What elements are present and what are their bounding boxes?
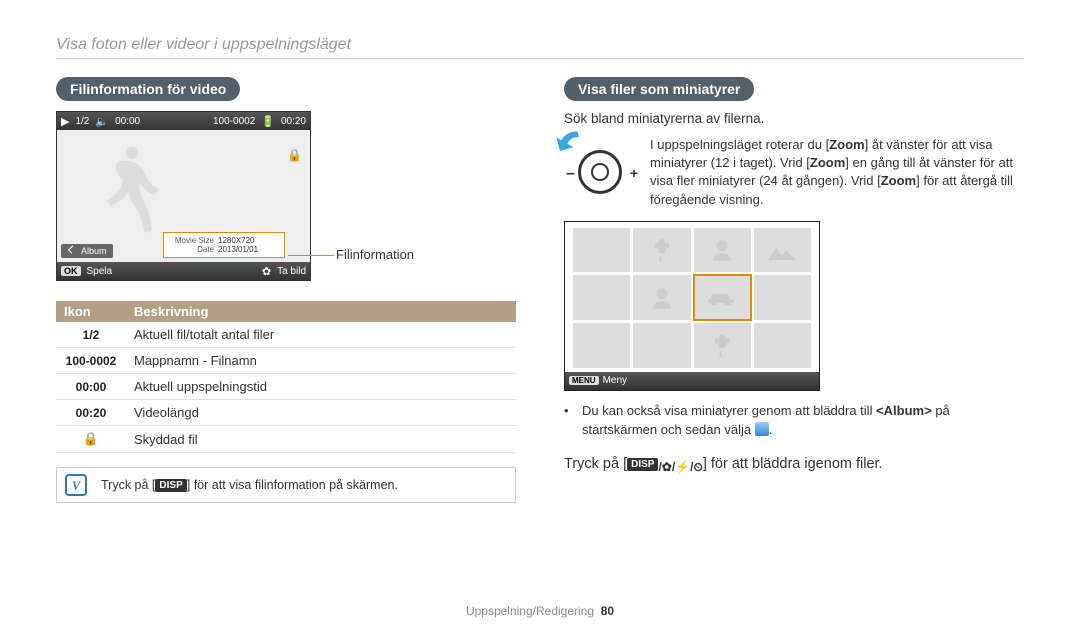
table-row: 00:00Aktuell uppspelningstid [56,374,516,400]
file-info-overlay: Movie Size1280X720 Date2013/01/01 [163,232,285,258]
lock-icon: 🔒 [287,148,302,162]
lock-icon: 🔒 [56,426,126,453]
folder-file: 100-0002 [213,116,255,127]
album-chip: Album [61,244,113,258]
thumb-cell [754,275,811,320]
album-keyword: <Album> [876,403,932,418]
footer-page-number: 80 [601,604,614,618]
plus-icon: + [630,165,638,181]
thumb-bottom-bar: MENU Meny [565,372,819,390]
footer-section: Uppspelning/Redigering [466,604,594,618]
portrait-icon [649,285,675,311]
thumb-cell [573,275,630,320]
thumb-menu-label: Meny [603,375,627,386]
thumb-cell [694,323,751,368]
note-text-post: ] för att visa filinformation på skärmen… [187,478,398,492]
thumb-cell [754,228,811,273]
zoom-instruction-text: I uppspelningsläget roterar du [Zoom] åt… [650,136,1024,209]
play-glyph: ▶ [61,115,69,128]
menu-chip: MENU [569,376,599,385]
chevron-left-icon [67,246,77,256]
note-text-pre: Tryck på [ [101,478,155,492]
thumb-cell [573,228,630,273]
minus-icon: – [566,165,575,183]
zoom-instruction-row: – + I uppspelningsläget roterar du [Zoom… [564,136,1024,209]
disp-button-icon: DISP [155,479,186,492]
flower-icon [709,332,735,358]
bottom-play-label: Spela [87,266,113,277]
thumb-cell [754,323,811,368]
zoom-dial-icon: – + [564,136,636,200]
rotate-arrow-icon [554,129,586,156]
page-footer: Uppspelning/Redigering 80 [0,604,1080,618]
thumb-cell [573,323,630,368]
car-icon [707,291,737,305]
table-row: 🔒Skyddad fil [56,426,516,453]
thumb-cell [633,275,690,320]
file-counter: 1/2 [75,116,89,127]
bullet-text-pre: Du kan också visa miniatyrer genom att b… [582,403,876,418]
thumb-cell [633,323,690,368]
nav-timer-icon: /⏲ [690,460,703,475]
note-icon: V [65,474,87,496]
screen-top-bar: ▶ 1/2 🔈 00:00 100-0002 🔋 00:20 [57,112,310,130]
header-separator [56,58,1024,59]
zoom-ring-icon [578,150,622,194]
camera-playback-screen: ▶ 1/2 🔈 00:00 100-0002 🔋 00:20 🔒 Movie S [56,111,311,281]
capture-icon: ✿ [262,265,271,278]
portrait-icon [709,237,735,263]
landscape-icon [768,240,796,260]
bullet-dot-icon [564,401,574,440]
album-app-icon [755,422,769,436]
section-heading-left: Filinformation för video [56,77,240,101]
current-time: 00:00 [115,116,140,127]
flower-icon [649,237,675,263]
table-row: 00:20Videolängd [56,400,516,426]
table-header-icon: Ikon [56,301,126,322]
disp-button-icon: DISP [627,458,658,471]
thumb-cell [633,228,690,273]
note-box: V Tryck på [DISP] för att visa filinform… [56,467,516,503]
section-heading-right: Visa filer som miniatyrer [564,77,754,101]
icon-description-table: Ikon Beskrivning 1/2Aktuell fil/totalt a… [56,301,516,453]
thumbnail-grid-screen: MENU Meny [564,221,820,391]
page-header: Visa foton eller videor i uppspelningslä… [56,36,1024,54]
table-row: 100-0002Mappnamn - Filnamn [56,348,516,374]
callout-label: Filinformation [336,247,414,262]
table-row: 1/2Aktuell fil/totalt antal filer [56,322,516,348]
battery-icon: 🔋 [261,115,275,128]
nav-flash-icon: /⚡ [672,460,690,474]
left-column: Filinformation för video ▶ 1/2 🔈 00:00 1… [56,77,516,503]
table-header-desc: Beskrivning [126,301,516,322]
callout-leader-line [288,255,334,256]
nav-down-icon: /✿ [658,460,671,474]
bottom-capture-label: Ta bild [277,266,306,277]
thumbnail-subtext: Sök bland miniatyrerna av filerna. [564,111,1024,126]
scroll-instruction: Tryck på [DISP/✿/⚡/⏲] för att bläddra ig… [564,456,1024,475]
ok-chip: OK [61,266,81,276]
thumb-cell [694,228,751,273]
bullet-text-post: . [769,422,773,437]
bullet-list: Du kan också visa miniatyrer genom att b… [564,401,1024,440]
right-column: Visa filer som miniatyrer Sök bland mini… [564,77,1024,503]
video-length: 00:20 [281,116,306,127]
sound-icon: 🔈 [95,115,109,128]
thumb-cell-selected [694,275,751,320]
screen-bottom-bar: OK Spela ✿ Ta bild [57,262,310,280]
